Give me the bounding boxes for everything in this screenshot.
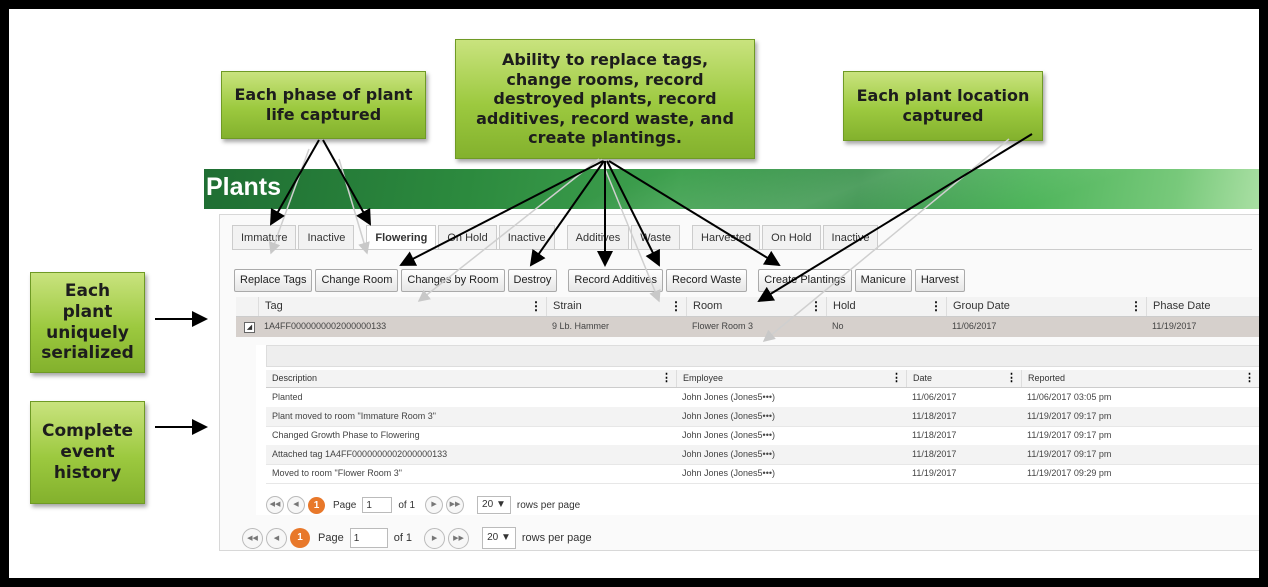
annotation-arrows (155, 133, 1033, 435)
faint-arrows (268, 138, 1010, 342)
slide: Each phase of plant life captured Abilit… (9, 9, 1259, 578)
black-arrows (155, 133, 1033, 435)
